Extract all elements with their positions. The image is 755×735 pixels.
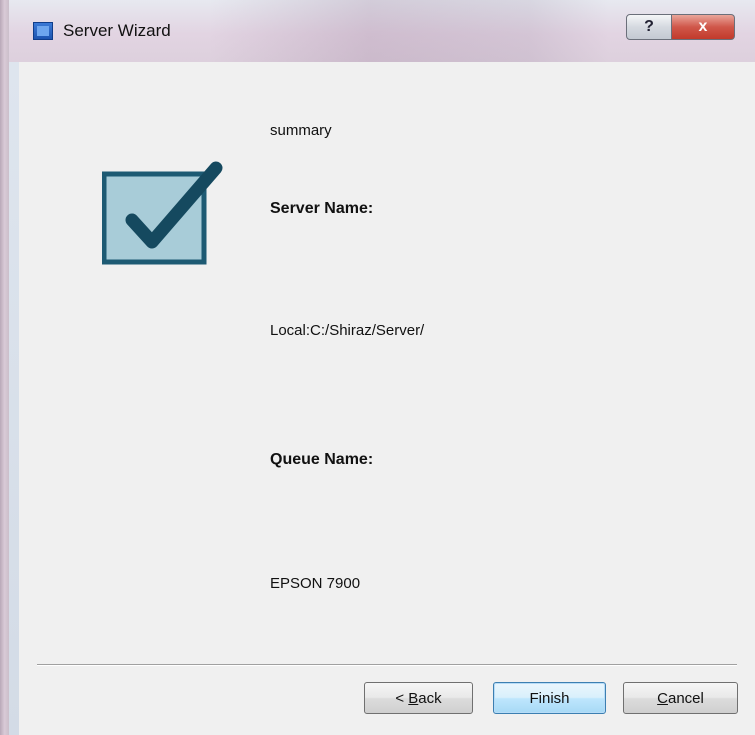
server-name-label: Server Name: <box>270 200 374 217</box>
back-button-label-rest: ack <box>418 689 442 707</box>
finish-button[interactable]: Finish <box>493 682 606 714</box>
server-wizard-window: Server Wizard ? x summary Server Name: L… <box>0 0 755 735</box>
queue-name-value: EPSON 7900 <box>270 575 361 592</box>
title-bar-buttons: ? x <box>626 14 735 42</box>
back-button-mnemonic: B <box>408 689 419 707</box>
cancel-button-label-rest: ancel <box>667 689 704 707</box>
cancel-button[interactable]: Cancel <box>623 682 738 714</box>
window-left-border <box>0 0 9 735</box>
summary-heading: summary <box>270 122 332 139</box>
button-separator <box>37 664 737 666</box>
back-button-prefix: < <box>395 689 409 707</box>
window-title: Server Wizard <box>63 21 171 40</box>
app-window-icon[interactable] <box>33 22 53 40</box>
back-button[interactable]: < Back <box>364 682 473 714</box>
title-bar-background-blur <box>209 0 609 62</box>
queue-name-label: Queue Name: <box>270 451 374 468</box>
checkbox-checked-icon <box>102 161 223 265</box>
close-button[interactable]: x <box>672 14 735 40</box>
server-name-value: Local:C:/Shiraz/Server/ <box>270 322 425 339</box>
title-bar[interactable]: Server Wizard ? x <box>9 0 755 62</box>
cancel-button-mnemonic: C <box>657 689 668 707</box>
help-button[interactable]: ? <box>626 14 672 40</box>
